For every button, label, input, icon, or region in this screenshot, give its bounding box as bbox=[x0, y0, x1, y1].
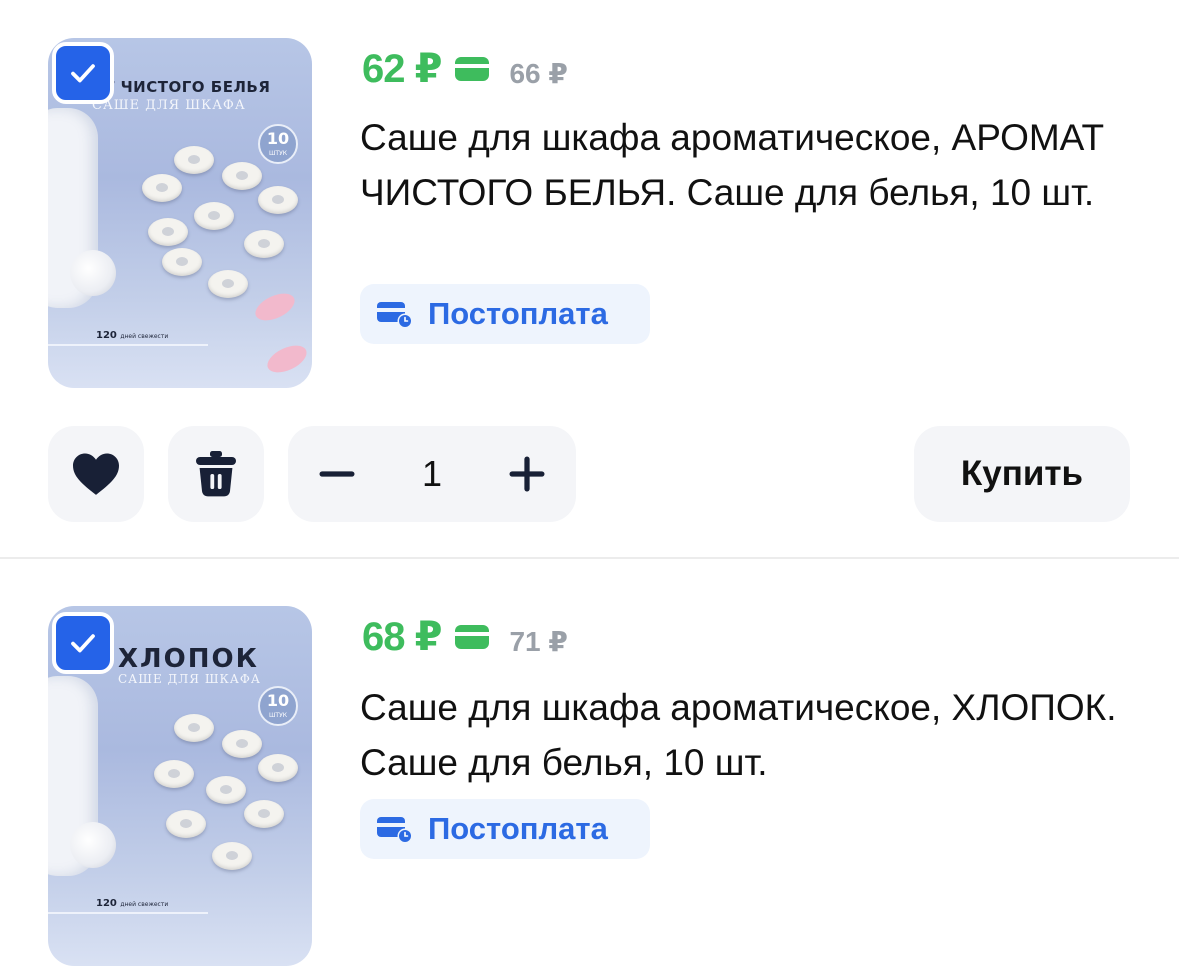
image-title: АТ ЧИСТОГО БЕЛЬЯ bbox=[92, 78, 271, 96]
footer-text: дней свежести bbox=[120, 901, 169, 908]
sachet-graphic bbox=[142, 174, 182, 202]
image-divider bbox=[48, 344, 208, 346]
image-divider bbox=[48, 912, 208, 914]
buy-button-label: Купить bbox=[960, 454, 1084, 493]
check-icon bbox=[71, 634, 95, 653]
image-footer: 120 дней свежести bbox=[96, 898, 168, 909]
minus-icon[interactable] bbox=[316, 453, 358, 495]
badge-number: 10 bbox=[266, 691, 290, 710]
footer-number: 120 bbox=[96, 898, 117, 909]
card-icon bbox=[455, 57, 490, 81]
sachet-graphic bbox=[206, 776, 246, 804]
sachet-graphic bbox=[244, 230, 284, 258]
product-title[interactable]: Саше для шкафа ароматическое, ХЛОПОК. Са… bbox=[360, 680, 1150, 790]
sachet-graphic bbox=[244, 800, 284, 828]
badge-unit: ШТУК bbox=[269, 712, 287, 719]
select-checkbox[interactable] bbox=[52, 42, 114, 104]
image-subtitle: САШЕ ДЛЯ ШКАФА bbox=[92, 98, 246, 113]
badge-unit: ШТУК bbox=[269, 150, 287, 157]
old-price: 66 ₽ bbox=[509, 57, 568, 89]
postpay-label: Постоплата bbox=[428, 811, 608, 846]
footer-text: дней свежести bbox=[120, 333, 169, 340]
sachet-graphic bbox=[258, 754, 298, 782]
card-clock-icon bbox=[377, 817, 413, 844]
price-row: 68 ₽ 71 ₽ bbox=[362, 614, 568, 660]
petal-graphic bbox=[263, 340, 311, 378]
sachet-graphic bbox=[174, 146, 214, 174]
heart-icon bbox=[73, 453, 119, 495]
badge-number: 10 bbox=[266, 129, 290, 148]
petal-graphic bbox=[251, 288, 299, 326]
quantity-value[interactable]: 1 bbox=[422, 453, 442, 495]
sachet-graphic bbox=[194, 202, 234, 230]
card-icon bbox=[455, 625, 490, 649]
cart-item: АТ ЧИСТОГО БЕЛЬЯ САШЕ ДЛЯ ШКАФА 10 ШТУК … bbox=[0, 0, 1179, 558]
image-count-badge: 10 ШТУК bbox=[258, 124, 298, 164]
cotton-graphic bbox=[70, 250, 116, 296]
sachet-graphic bbox=[154, 760, 194, 788]
postpay-badge: Постоплата bbox=[360, 799, 650, 859]
trash-icon bbox=[196, 451, 236, 497]
postpay-badge: Постоплата bbox=[360, 284, 650, 344]
sachet-graphic bbox=[148, 218, 188, 246]
quantity-stepper: 1 bbox=[288, 426, 576, 522]
price-row: 62 ₽ 66 ₽ bbox=[362, 46, 568, 92]
plus-icon[interactable] bbox=[506, 453, 548, 495]
card-clock-icon bbox=[377, 302, 413, 329]
sachet-graphic bbox=[258, 186, 298, 214]
current-price: 62 ₽ bbox=[362, 47, 442, 91]
sachet-graphic bbox=[208, 270, 248, 298]
old-price: 71 ₽ bbox=[509, 625, 568, 657]
buy-button[interactable]: Купить bbox=[914, 426, 1130, 522]
sachet-graphic bbox=[166, 810, 206, 838]
delete-button[interactable] bbox=[168, 426, 264, 522]
select-checkbox[interactable] bbox=[52, 612, 114, 674]
image-count-badge: 10 ШТУК bbox=[258, 686, 298, 726]
current-price: 68 ₽ bbox=[362, 615, 442, 659]
sachet-graphic bbox=[162, 248, 202, 276]
sachet-graphic bbox=[174, 714, 214, 742]
cotton-graphic bbox=[70, 822, 116, 868]
check-icon bbox=[71, 64, 95, 83]
sachet-graphic bbox=[222, 730, 262, 758]
sachet-graphic bbox=[222, 162, 262, 190]
postpay-label: Постоплата bbox=[428, 296, 608, 331]
favorite-button[interactable] bbox=[48, 426, 144, 522]
image-title: ХЛОПОК bbox=[118, 644, 259, 674]
image-subtitle: САШЕ ДЛЯ ШКАФА bbox=[118, 672, 261, 686]
product-title[interactable]: Саше для шкафа ароматическое, АРОМАТ ЧИС… bbox=[360, 110, 1150, 220]
sachet-graphic bbox=[212, 842, 252, 870]
cart-item: ХЛОПОК САШЕ ДЛЯ ШКАФА 10 ШТУК 120 дней с… bbox=[0, 559, 1179, 966]
image-footer: 120 дней свежести bbox=[96, 330, 168, 341]
footer-number: 120 bbox=[96, 330, 117, 341]
